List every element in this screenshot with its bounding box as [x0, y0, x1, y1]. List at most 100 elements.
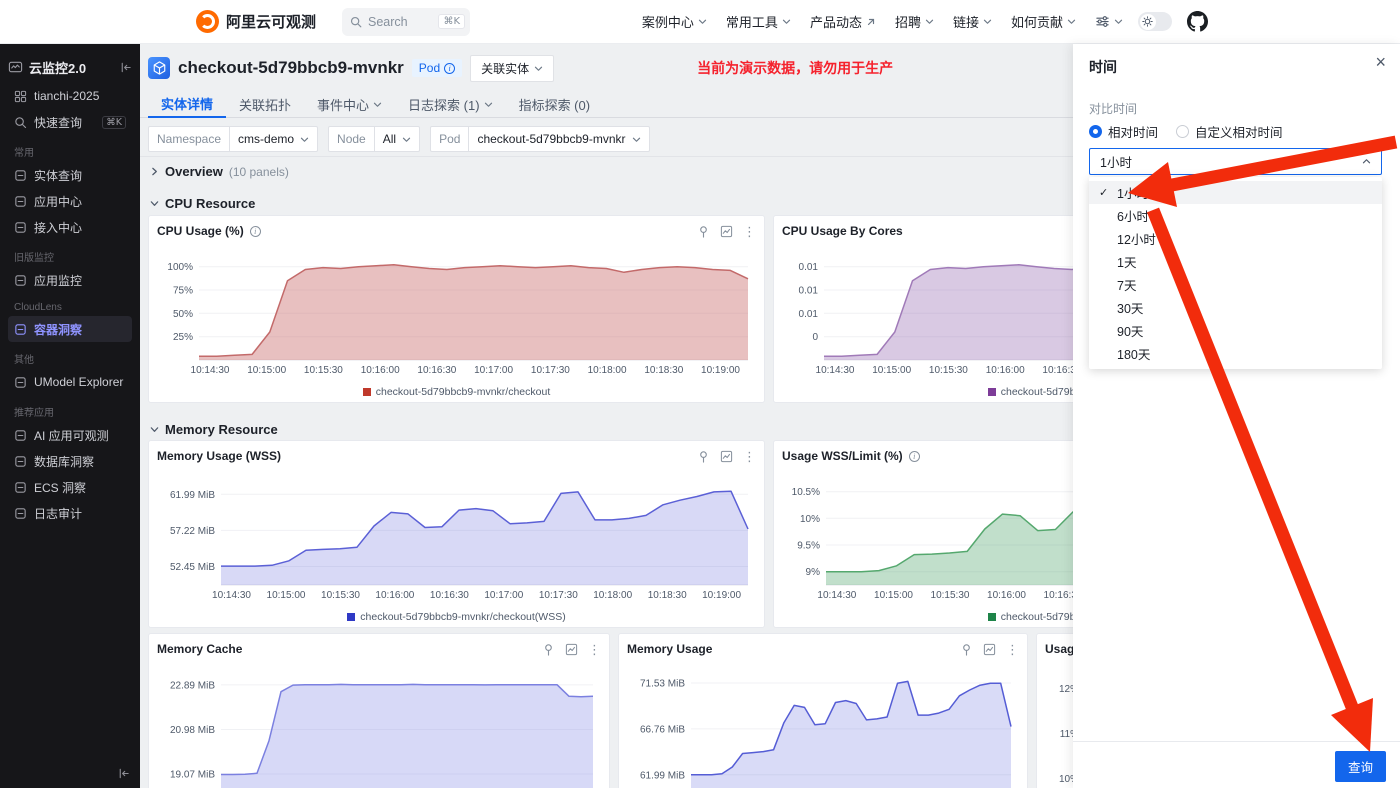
sidebar-item-ecs-insight[interactable]: ECS 洞察 — [8, 474, 132, 500]
svg-text:61.99 MiB: 61.99 MiB — [640, 770, 685, 781]
check-icon: ✓ — [1099, 187, 1109, 199]
svg-text:10:17:00: 10:17:00 — [474, 365, 513, 376]
sidebar-section-label: 其他 — [14, 355, 34, 366]
sidebar-item-app-center[interactable]: 应用中心 — [8, 188, 132, 214]
time-option-2[interactable]: 12小时 — [1089, 227, 1382, 250]
overview-label: Overview — [165, 164, 223, 179]
trend-icon[interactable] — [720, 225, 733, 238]
pin-icon[interactable] — [542, 643, 555, 656]
svg-text:10:14:30: 10:14:30 — [816, 365, 855, 376]
sidebar-item-ai-observability[interactable]: AI 应用可观测 — [8, 422, 132, 448]
chart-legend: checkout-5d79bbcb9-mvnkr/checkout(WSS) — [157, 608, 756, 626]
topnav-item-0[interactable]: 案例中心 — [642, 12, 707, 31]
more-icon[interactable]: ⋮ — [588, 643, 601, 656]
filter-value[interactable]: cms-demo — [229, 127, 317, 151]
chart-mem-usage[interactable]: 61.99 MiB66.76 MiB71.53 MiB10:14:3010:15… — [627, 660, 1019, 788]
sidebar-item-umodel-explorer[interactable]: UModel Explorer — [8, 369, 132, 395]
sidebar-bottom-collapse-icon[interactable] — [117, 767, 130, 780]
time-option-label: 1小时 — [1117, 187, 1149, 201]
topnav-label: 招聘 — [894, 15, 921, 30]
topnav-item-3[interactable]: 招聘 — [895, 12, 934, 31]
tab-metric-explore[interactable]: 指标探索 (0) — [506, 91, 604, 118]
time-option-6[interactable]: 90天 — [1089, 319, 1382, 342]
sidebar-collapse-icon[interactable] — [119, 61, 132, 74]
tab-log-explore[interactable]: 日志探索 (1) — [395, 91, 506, 118]
github-icon[interactable] — [1187, 11, 1208, 32]
panel-title: Memory Cache — [157, 642, 243, 656]
topnav-item-5[interactable]: 如何贡献 — [1011, 12, 1076, 31]
radio-dot — [1089, 125, 1102, 138]
trend-icon[interactable] — [565, 643, 578, 656]
global-search-input[interactable]: Search ⌘K — [342, 7, 471, 36]
sidebar-item-database-insight[interactable]: 数据库洞察 — [8, 448, 132, 474]
sidebar-item-entity-search[interactable]: 实体查询 — [8, 162, 132, 188]
pin-icon[interactable] — [697, 225, 710, 238]
filter-value[interactable]: checkout-5d79bbcb9-mvnkr — [468, 127, 648, 151]
chart-mem-cache[interactable]: 19.07 MiB20.98 MiB22.89 MiB10:14:3010:15… — [157, 660, 601, 788]
chart-cpu-usage[interactable]: 25% 50% 75% 100% 10:14:30 10:15:00 10:15:30 10:… — [157, 242, 756, 383]
workspace-icon — [14, 90, 27, 102]
svg-text:10:16:30: 10:16:30 — [417, 365, 456, 376]
quick-search[interactable]: 快速查询 ⌘K — [8, 109, 132, 135]
time-option-7[interactable]: 180天 — [1089, 342, 1382, 365]
tab-label: 日志探索 (1) — [408, 98, 480, 113]
info-icon[interactable]: i — [249, 225, 261, 237]
more-icon[interactable]: ⋮ — [743, 225, 756, 238]
sidebar-item-container-insight[interactable]: 容器洞察 — [8, 316, 132, 342]
section-cpu-resource[interactable]: CPU Resource — [140, 191, 255, 215]
sidebar-item-access-center[interactable]: 接入中心 — [8, 214, 132, 240]
topnav-item-1[interactable]: 常用工具 — [726, 12, 791, 31]
trend-icon[interactable] — [720, 450, 733, 463]
brand[interactable]: 阿里云可观测 — [196, 10, 316, 33]
time-option-5[interactable]: 30天 — [1089, 296, 1382, 319]
time-option-3[interactable]: 1天 — [1089, 250, 1382, 273]
workspace-name: tianchi-2025 — [34, 89, 100, 103]
chart-mem-wss[interactable]: 52.45 MiB 57.22 MiB 61.99 MiB 10:14:30 10:15… — [157, 467, 756, 608]
info-icon[interactable]: i — [444, 62, 456, 74]
trend-icon[interactable] — [983, 643, 996, 656]
info-icon[interactable]: i — [908, 450, 920, 462]
sidebar-item-log-audit[interactable]: 日志审计 — [8, 500, 132, 526]
legend-swatch-icon — [987, 613, 996, 622]
theme-toggle[interactable] — [1138, 12, 1172, 31]
time-range-select[interactable]: 1小时 — [1089, 148, 1382, 175]
query-button[interactable]: 查询 — [1334, 751, 1386, 782]
sidebar-item-app-monitor[interactable]: 应用监控 — [8, 267, 132, 293]
time-panel-footer: 查询 — [1073, 741, 1400, 788]
pin-icon[interactable] — [960, 643, 973, 656]
database-insight-icon — [15, 455, 26, 467]
legend-label: checkout-5d79bbcb9-mvnkr/checkout — [375, 386, 551, 398]
topnav-item-2[interactable]: 产品动态 — [810, 12, 876, 31]
tab-related-topology[interactable]: 关联拓扑 — [226, 91, 304, 118]
related-entity-label: 关联实体 — [481, 61, 530, 76]
section-memory-resource[interactable]: Memory Resource — [140, 417, 278, 441]
topnav-item-4[interactable]: 链接 — [953, 12, 992, 31]
more-icon[interactable]: ⋮ — [1006, 643, 1019, 656]
tab-entity-detail[interactable]: 实体详情 — [148, 91, 227, 118]
entity-search-icon — [15, 169, 26, 181]
time-option-4[interactable]: 7天 — [1089, 273, 1382, 296]
svg-text:10:16:00: 10:16:00 — [375, 590, 414, 601]
radio-custom-relative-time[interactable]: 自定义相对时间 — [1176, 122, 1283, 141]
radio-dot — [1176, 125, 1190, 138]
time-option-0[interactable]: ✓ 1小时 — [1089, 181, 1382, 204]
topnav-label: 产品动态 — [809, 15, 862, 30]
filter-namespace[interactable]: Namespace cms-demo — [148, 126, 319, 152]
filter-node[interactable]: Node All — [328, 126, 421, 152]
topnav: 案例中心 常用工具 产品动态 招聘 链接 如何贡献 — [642, 12, 1076, 31]
chevron-down-icon — [1114, 19, 1123, 24]
filter-pod[interactable]: Pod checkout-5d79bbcb9-mvnkr — [430, 126, 650, 152]
tools-menu[interactable] — [1095, 14, 1123, 29]
more-icon[interactable]: ⋮ — [743, 450, 756, 463]
workspace-selector[interactable]: tianchi-2025 — [8, 83, 132, 109]
chevron-down-icon — [698, 19, 707, 24]
related-entity-button[interactable]: 关联实体 — [470, 54, 555, 82]
sidebar-section-label: 旧版监控 — [14, 253, 54, 264]
filter-value[interactable]: All — [373, 127, 419, 151]
tab-event-center[interactable]: 事件中心 — [304, 91, 395, 118]
close-icon[interactable]: × — [1375, 53, 1386, 71]
radio-relative-time[interactable]: 相对时间 — [1089, 122, 1158, 141]
pin-icon[interactable] — [697, 450, 710, 463]
time-option-1[interactable]: 6小时 — [1089, 204, 1382, 227]
svg-text:10.5%: 10.5% — [792, 487, 820, 498]
